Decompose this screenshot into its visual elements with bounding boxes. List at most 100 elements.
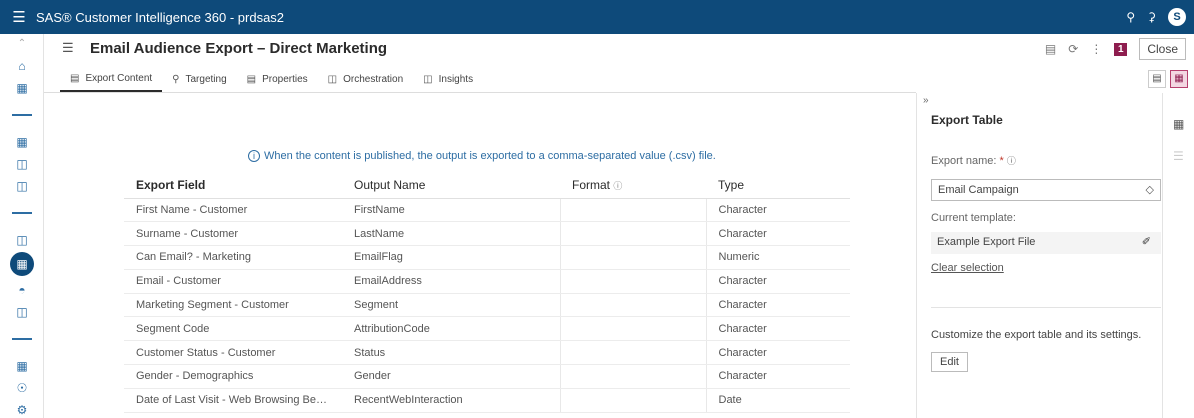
tab-insights[interactable]: ◫ Insights xyxy=(413,66,483,92)
settings-icon[interactable]: ⚙ xyxy=(12,402,32,418)
copy-icon[interactable]: ▤ xyxy=(1148,70,1166,88)
export-field-cell: Gender - Demographics xyxy=(124,364,342,389)
edit-pencil-icon[interactable]: ✐ xyxy=(1142,235,1151,248)
close-button[interactable]: Close xyxy=(1139,38,1186,60)
data-icon[interactable]: ◫ xyxy=(12,304,32,320)
panel-toggle-group: ▤ ▦ xyxy=(1148,70,1188,88)
tab-export-content[interactable]: ▤ Export Content xyxy=(60,66,163,92)
page-title: Email Audience Export – Direct Marketing xyxy=(90,40,388,57)
output-name-cell: Status xyxy=(342,340,560,366)
format-cell xyxy=(559,316,707,342)
assets-icon[interactable]: ◫ xyxy=(12,178,32,194)
table-row[interactable]: Gender - Demographics Gender Character xyxy=(124,364,850,389)
right-rail: ▦ ☰ xyxy=(1162,93,1194,418)
alert-badge[interactable]: 1 xyxy=(1114,42,1128,56)
tag-icon[interactable]: ◇ xyxy=(1146,183,1154,196)
insights-icon: ◫ xyxy=(423,73,433,85)
list-icon[interactable]: ☰ xyxy=(62,40,74,56)
tabs-divider xyxy=(44,92,916,93)
export-field-cell: Customer Status - Customer xyxy=(124,340,342,366)
nav-divider xyxy=(12,212,32,214)
type-cell: Character xyxy=(706,364,850,389)
hierarchy-icon[interactable]: ◫ xyxy=(12,156,32,172)
table-icon[interactable]: ▦ xyxy=(1173,117,1184,131)
tasks-icon[interactable]: ▦ xyxy=(12,80,32,96)
tab-targeting[interactable]: ⚲ Targeting xyxy=(162,66,236,92)
header-tools: ▤ ⟳ ⋮ 1 Close xyxy=(1045,38,1186,60)
table-header-row: Export Field Output Name Format ⓘ Type xyxy=(124,172,850,199)
tab-label: Orchestration xyxy=(343,73,404,85)
workflow-icon[interactable]: ◫ xyxy=(12,232,32,248)
export-field-cell: Surname - Customer xyxy=(124,221,342,247)
export-field-cell: Email - Customer xyxy=(124,269,342,294)
table-row[interactable]: Email - Customer EmailAddress Character xyxy=(124,269,850,294)
type-cell: Date xyxy=(706,388,850,413)
column-header-format[interactable]: Format ⓘ xyxy=(560,172,706,199)
tab-bar: ▤ Export Content ⚲ Targeting ▤ Propertie… xyxy=(60,66,483,92)
type-cell: Character xyxy=(706,316,850,342)
collapse-up-icon[interactable]: ⌃ xyxy=(12,36,32,52)
home-icon[interactable]: ⌂ xyxy=(12,58,32,74)
required-mark: * xyxy=(999,155,1004,167)
type-cell: Character xyxy=(706,221,850,247)
export-field-cell: First Name - Customer xyxy=(124,198,342,223)
help-icon[interactable]: ⓘ xyxy=(613,181,622,191)
format-cell xyxy=(559,293,707,318)
table-row[interactable]: Can Email? - Marketing EmailFlag Numeric xyxy=(124,245,850,270)
output-name-cell: AttributionCode xyxy=(342,316,560,342)
more-options-icon[interactable]: ⋮ xyxy=(1090,42,1102,56)
clear-selection-link[interactable]: Clear selection xyxy=(931,262,1004,274)
format-cell xyxy=(559,269,707,294)
column-header-export-field[interactable]: Export Field xyxy=(124,172,342,199)
table-row[interactable]: Surname - Customer LastName Character xyxy=(124,221,850,247)
page-header: ☰ Email Audience Export – Direct Marketi… xyxy=(44,34,1194,64)
column-header-type[interactable]: Type xyxy=(706,172,850,199)
hamburger-menu-icon[interactable]: ☰ xyxy=(4,8,34,26)
avatar[interactable]: S xyxy=(1168,8,1186,26)
tab-label: Targeting xyxy=(185,73,227,85)
list-settings-icon[interactable]: ☰ xyxy=(1173,149,1184,163)
table-row[interactable]: Marketing Segment - Customer Segment Chara… xyxy=(124,293,850,318)
reports-icon[interactable]: ▦ xyxy=(12,358,32,374)
current-template-value: Example Export File xyxy=(937,236,1036,248)
help-icon[interactable]: ⓘ xyxy=(1007,156,1016,166)
properties-icon: ▤ xyxy=(246,73,257,85)
current-template-label: Current template: xyxy=(931,212,1016,224)
app-title: SAS® Customer Intelligence 360 - prdsas2 xyxy=(36,9,285,25)
table-row[interactable]: Segment Code AttributionCode Character xyxy=(124,316,850,342)
column-header-output-name[interactable]: Output Name xyxy=(342,172,560,199)
tab-label: Insights xyxy=(438,73,474,85)
output-name-cell: EmailFlag xyxy=(342,245,560,270)
refresh-icon[interactable]: ⟳ xyxy=(1068,42,1078,56)
format-cell xyxy=(559,340,707,366)
export-name-field[interactable]: Email Campaign ◇ xyxy=(931,179,1161,201)
output-name-cell: FirstName xyxy=(342,198,560,223)
export-name-label-text: Export name: xyxy=(931,155,997,167)
info-icon: i xyxy=(248,150,260,162)
search-icon[interactable]: ⚲ xyxy=(1126,10,1135,24)
tab-orchestration[interactable]: ◫ Orchestration xyxy=(318,66,413,92)
nav-divider xyxy=(12,114,32,116)
export-active-icon[interactable]: ▦ xyxy=(10,252,34,276)
table-row[interactable]: Date of Last Visit - Web Browsing Be… Rec… xyxy=(124,388,850,413)
table-row[interactable]: First Name - Customer FirstName Character xyxy=(124,198,850,223)
type-cell: Character xyxy=(706,340,850,366)
expand-panel-icon[interactable]: » xyxy=(923,95,929,106)
export-name-label: Export name: * ⓘ xyxy=(931,154,1016,167)
save-icon[interactable]: ▤ xyxy=(1045,42,1056,56)
edit-button[interactable]: Edit xyxy=(931,352,968,372)
type-cell: Character xyxy=(706,269,850,294)
export-field-cell: Marketing Segment - Customer xyxy=(124,293,342,318)
insights-nav-icon[interactable]: ☉ xyxy=(12,380,32,396)
notification-icon[interactable]: ⚳ xyxy=(1147,10,1156,24)
export-name-value: Email Campaign xyxy=(938,184,1019,196)
nav-divider xyxy=(12,338,32,340)
top-bar: ☰ SAS® Customer Intelligence 360 - prdsa… xyxy=(0,0,1194,34)
format-cell xyxy=(559,245,707,270)
grid-icon[interactable]: ▦ xyxy=(12,134,32,150)
segments-icon[interactable]: ◓ xyxy=(12,282,32,298)
export-panel-icon[interactable]: ▦ xyxy=(1170,70,1188,88)
table-row[interactable]: Customer Status - Customer Status Characte… xyxy=(124,340,850,366)
tab-properties[interactable]: ▤ Properties xyxy=(237,66,318,92)
type-cell: Character xyxy=(706,293,850,318)
